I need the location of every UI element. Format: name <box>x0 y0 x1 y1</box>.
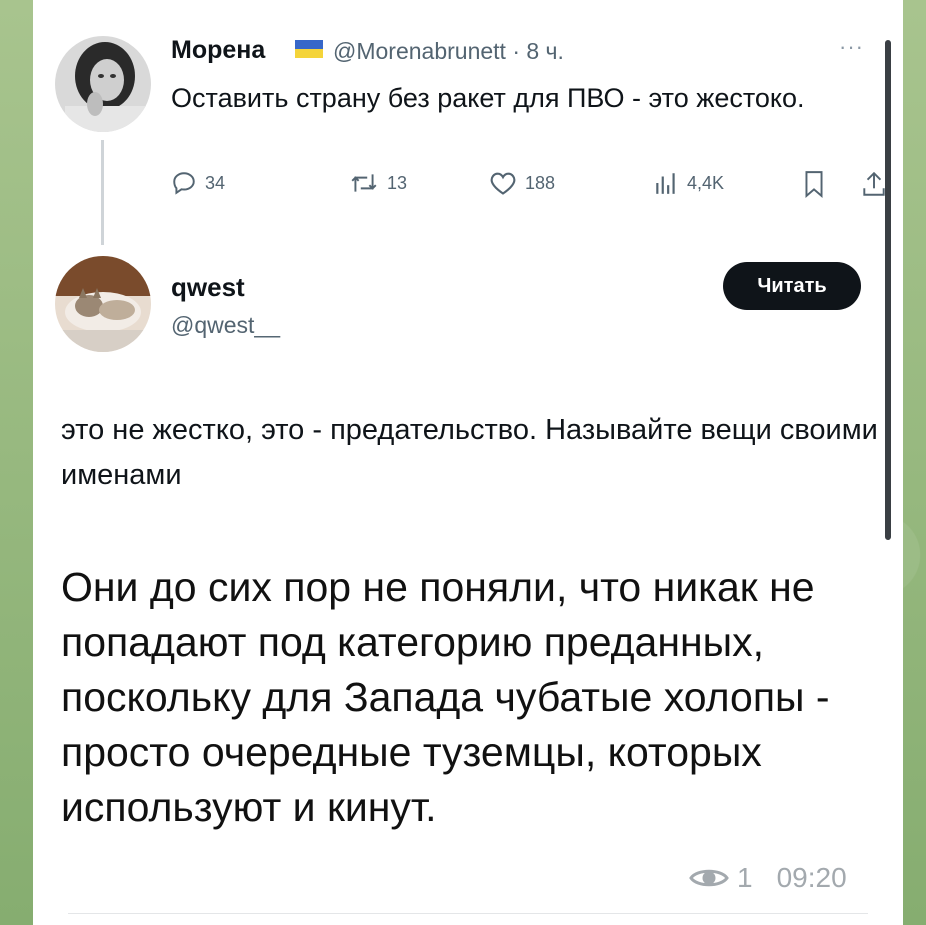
ukraine-flag-icon <box>295 40 323 58</box>
avatar[interactable] <box>55 36 151 132</box>
bookmark-button[interactable] <box>803 170 833 198</box>
message-time: 09:20 <box>776 862 847 893</box>
read-button[interactable]: Читать <box>723 262 861 310</box>
message-bubble[interactable]: Морена @Morenabrunett · 8 ч. ··· Оставит… <box>33 0 903 925</box>
divider <box>68 913 868 914</box>
reply-count: 34 <box>205 172 226 193</box>
views-count: 4,4K <box>687 172 725 193</box>
eye-icon <box>689 869 729 887</box>
thread-connector <box>101 140 104 245</box>
retweet-count: 13 <box>387 172 408 193</box>
tweet-text: Оставить страну без ракет для ПВО - это … <box>171 83 805 113</box>
retweet-icon <box>351 174 377 192</box>
reply-icon <box>173 172 195 195</box>
tweet-screenshot-image[interactable]: Морена @Morenabrunett · 8 ч. ··· Оставит… <box>33 0 903 540</box>
author-name: qwest <box>171 272 245 302</box>
more-options-icon[interactable]: ··· <box>839 34 864 60</box>
views-chart-icon <box>656 173 675 194</box>
like-button[interactable]: 188 <box>489 170 555 196</box>
heart-icon <box>490 172 516 195</box>
author-handle-time: @Morenabrunett · 8 ч. <box>333 38 564 64</box>
like-count: 188 <box>525 172 556 193</box>
author-handle: @qwest__ <box>171 312 281 338</box>
scrollbar[interactable] <box>885 40 891 540</box>
message-text: Они до сих пор не поняли, что никак не п… <box>61 564 830 830</box>
reply-button[interactable]: 34 <box>171 170 225 196</box>
tweet-text: это не жестко, это - предательство. Назы… <box>61 414 878 491</box>
views-count: 1 <box>737 862 753 893</box>
views-button[interactable]: 4,4K <box>653 170 724 196</box>
bookmark-icon <box>805 171 823 198</box>
author-name: Морена <box>171 36 266 64</box>
retweet-button[interactable]: 13 <box>349 170 407 196</box>
share-icon <box>863 171 885 196</box>
tweet-actions: 34 13 188 4,4K <box>171 170 885 206</box>
message-meta: 1 09:20 <box>689 862 847 894</box>
avatar[interactable] <box>55 256 151 352</box>
